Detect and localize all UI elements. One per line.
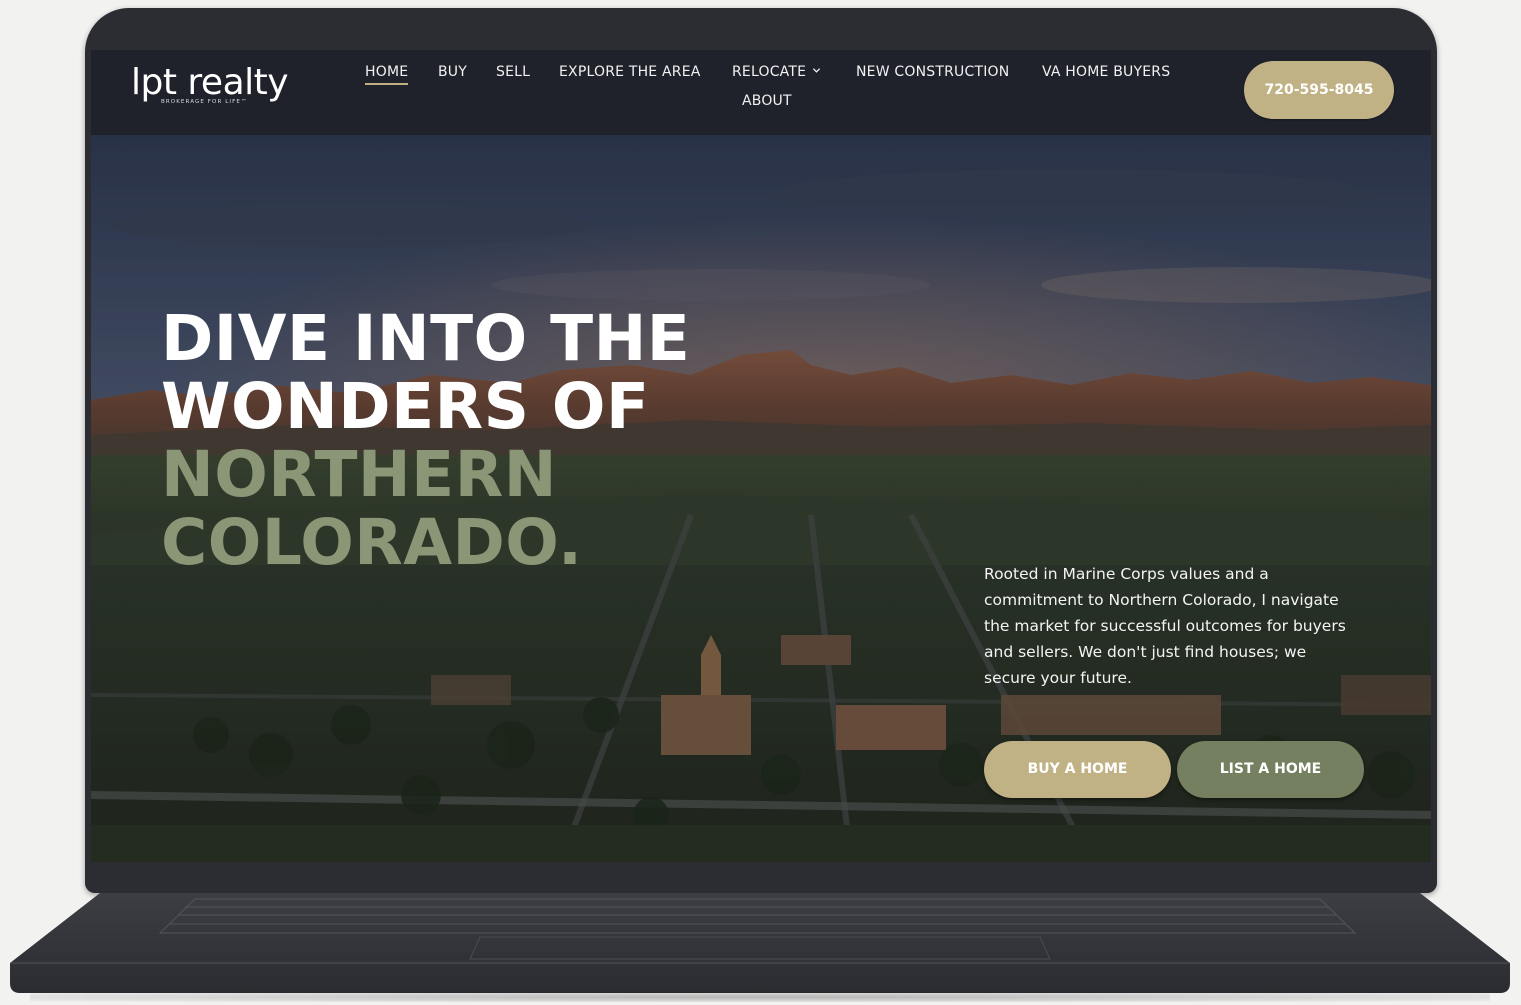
list-a-home-button[interactable]: LIST A HOME	[1177, 741, 1364, 798]
laptop-shadow	[30, 992, 1490, 1002]
hero-section: DIVE INTO THE WONDERS OF NORTHERN COLORA…	[91, 135, 1431, 862]
hero-title-line-2: WONDERS OF	[161, 370, 650, 443]
nav-item-buy[interactable]: BUY	[438, 64, 467, 80]
hero-title-line-1: DIVE INTO THE	[161, 302, 691, 375]
buy-a-home-button[interactable]: BUY A HOME	[984, 741, 1171, 798]
hero-description: Rooted in Marine Corps values and a comm…	[984, 565, 1346, 687]
nav-item-home[interactable]: HOME	[365, 64, 409, 85]
laptop-base	[10, 893, 1510, 993]
laptop-lid: lpt realty BROKERAGE FOR LIFE™ HOME BUY …	[85, 8, 1437, 893]
phone-button[interactable]: 720-595-8045	[1244, 61, 1394, 119]
site-header: lpt realty BROKERAGE FOR LIFE™ HOME BUY …	[91, 50, 1431, 135]
logo-wordmark: lpt realty	[131, 62, 289, 103]
hero-title: DIVE INTO THE WONDERS OF NORTHERN COLORA…	[161, 305, 690, 577]
hero-title-line-3: NORTHERN	[161, 438, 557, 511]
nav-item-new-construction[interactable]: NEW CONSTRUCTION	[856, 64, 1009, 80]
logo[interactable]: lpt realty BROKERAGE FOR LIFE™	[131, 62, 289, 106]
nav-item-sell[interactable]: SELL	[496, 64, 530, 80]
nav-item-va-home-buyers[interactable]: VA HOME BUYERS	[1042, 64, 1170, 80]
chevron-down-icon	[813, 68, 821, 73]
laptop-screen: lpt realty BROKERAGE FOR LIFE™ HOME BUY …	[91, 50, 1431, 862]
nav-item-explore-the-area[interactable]: EXPLORE THE AREA	[559, 64, 701, 80]
nav-item-about[interactable]: ABOUT	[742, 93, 792, 109]
nav-item-relocate[interactable]: RELOCATE	[732, 64, 821, 80]
hero-title-line-4: COLORADO.	[161, 506, 583, 579]
nav-item-relocate-label: RELOCATE	[732, 64, 807, 80]
